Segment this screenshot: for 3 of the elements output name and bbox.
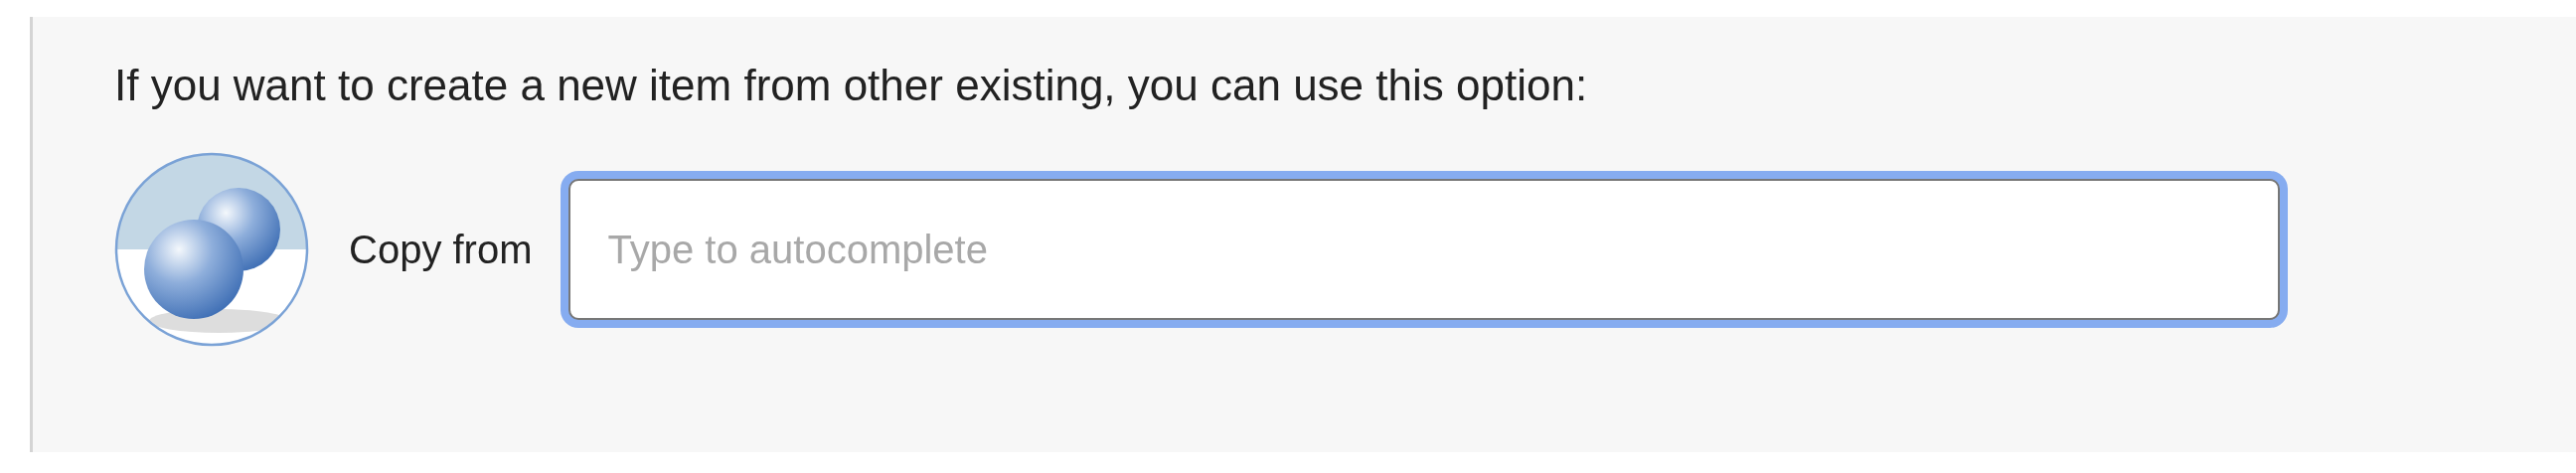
autocomplete-field[interactable]: Type to autocomplete bbox=[567, 179, 2280, 320]
intro-text: If you want to create a new item from other existing, you can use this option: bbox=[114, 61, 1588, 110]
field-label: Copy from bbox=[349, 227, 533, 272]
